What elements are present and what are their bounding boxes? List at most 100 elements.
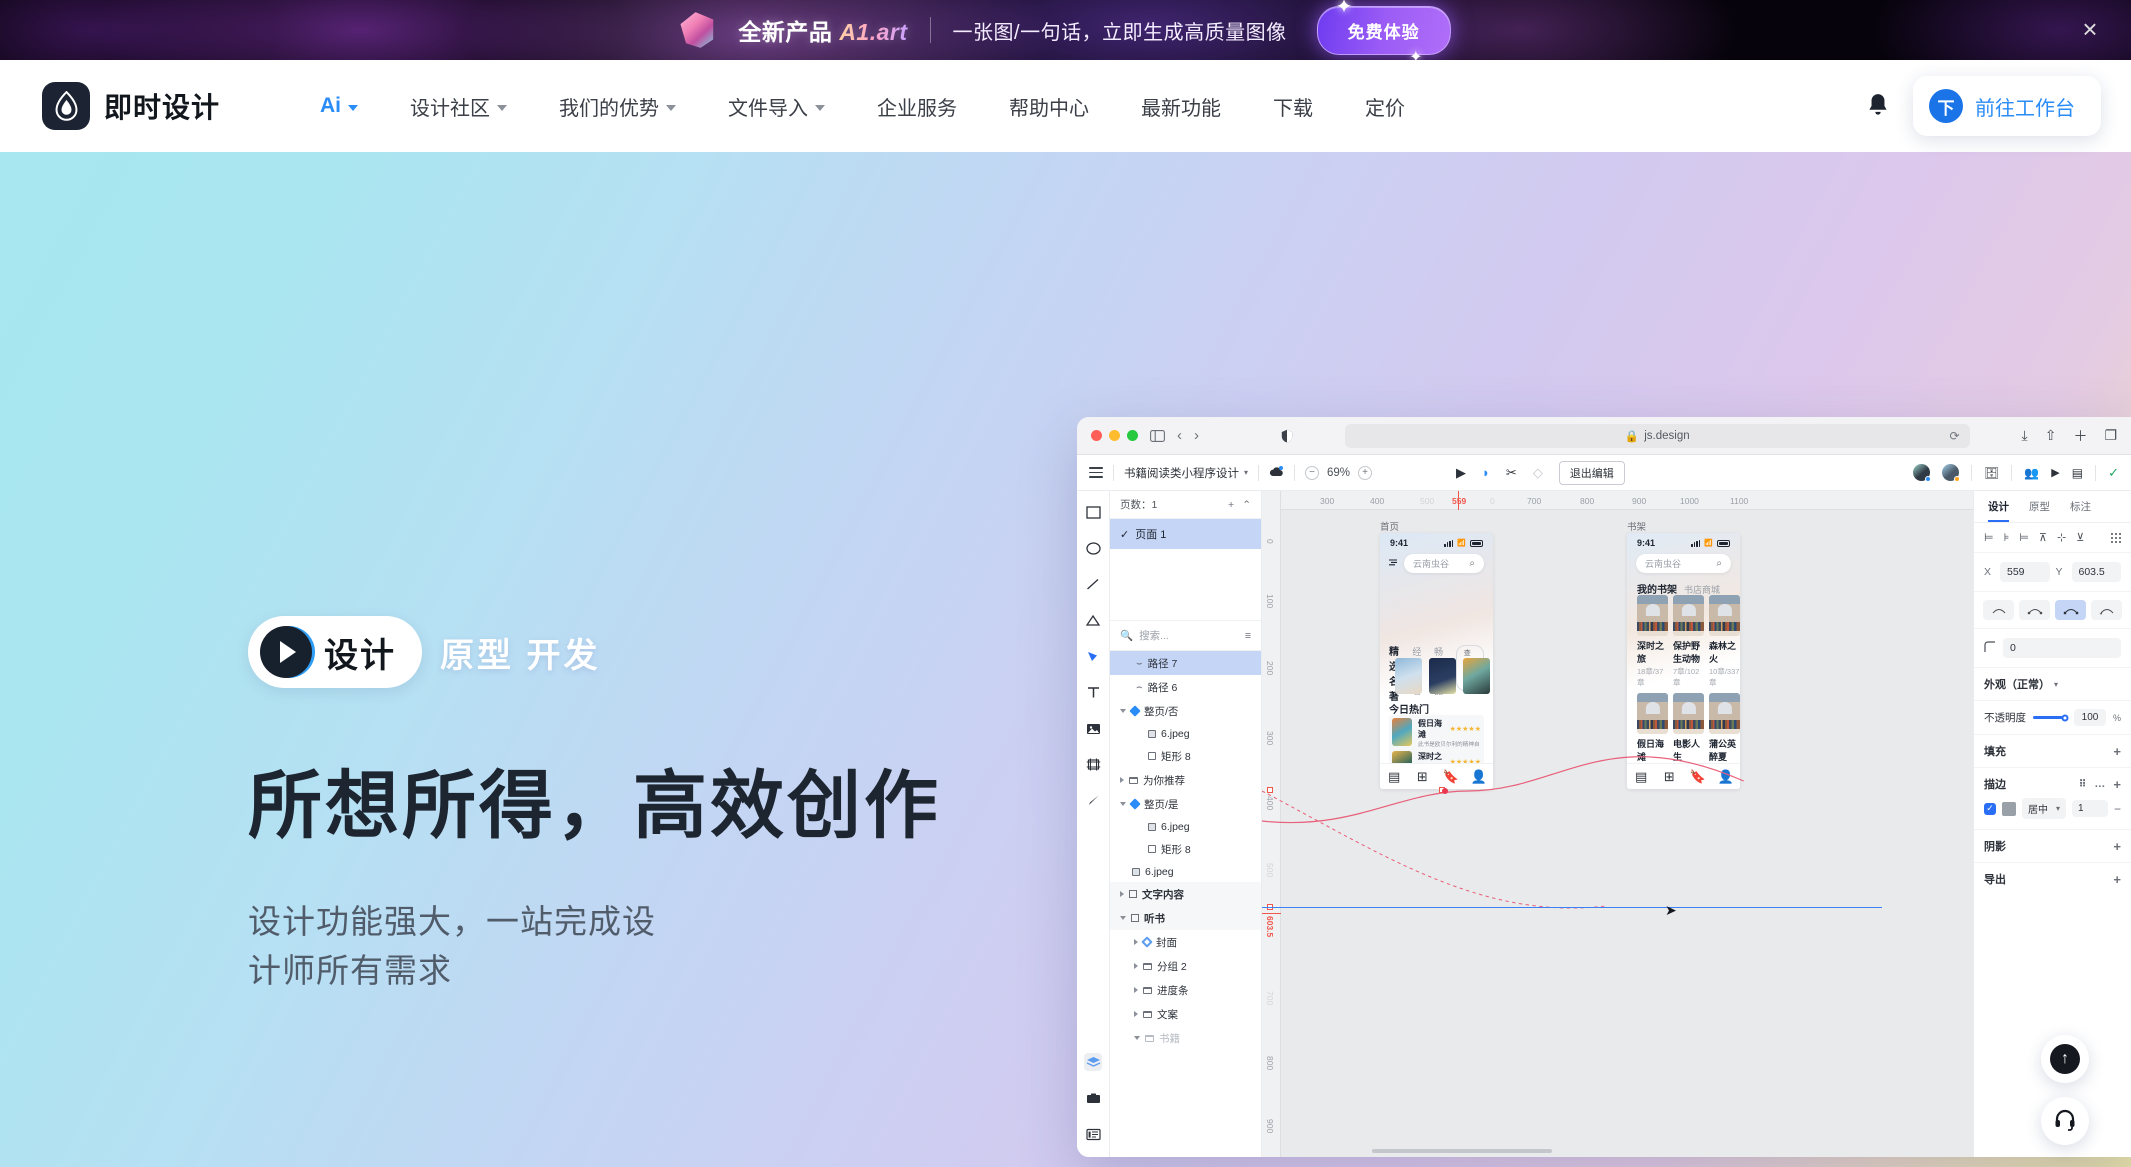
frame-icon[interactable] <box>1084 755 1102 773</box>
nav-item-download[interactable]: 下载 <box>1247 92 1339 121</box>
stroke-width-input[interactable]: 1 <box>2071 800 2108 817</box>
layers-icon[interactable] <box>1084 1053 1102 1071</box>
x-input[interactable]: 559 <box>2000 562 2050 582</box>
layer-row[interactable]: 6.jpeg <box>1110 861 1261 882</box>
go-to-workbench-button[interactable]: 下 前往工作台 <box>1913 76 2101 136</box>
nav-item-whatsnew[interactable]: 最新功能 <box>1115 92 1247 121</box>
tab-prototype[interactable]: 原型 <box>2029 499 2050 522</box>
add-stroke-button[interactable]: + <box>2113 777 2121 792</box>
new-tab-icon[interactable]: ＋ <box>2073 426 2087 446</box>
frame-home[interactable]: 9:41 📶 云南虫谷 ⌕ 精选名著 经 畅 查 今日热门 假日海滩 ★★★★★… <box>1380 533 1493 789</box>
align-top-icon[interactable]: ⊼ <box>2039 531 2047 544</box>
layout-icon[interactable]: ▤ <box>2072 466 2083 480</box>
search-input[interactable]: 云南虫谷 ⌕ <box>1404 554 1484 573</box>
eraser-icon[interactable]: ◇ <box>1533 465 1543 481</box>
cap-arrow-icon[interactable] <box>2091 600 2122 620</box>
layer-row[interactable]: 6.jpeg <box>1110 816 1261 837</box>
maximize-window-icon[interactable] <box>1127 430 1138 441</box>
align-bottom-icon[interactable]: ⊻ <box>2076 531 2084 544</box>
pen-icon[interactable]: ◗ <box>1482 465 1490 480</box>
close-window-icon[interactable] <box>1091 430 1102 441</box>
path-anchor-point[interactable] <box>1442 788 1448 794</box>
sidebar-toggle-icon[interactable] <box>1150 429 1165 442</box>
chevron-right-icon[interactable] <box>1120 777 1124 783</box>
layer-row[interactable]: 书籍 <box>1110 1026 1261 1050</box>
nav-item-community[interactable]: 设计社区 <box>384 92 533 121</box>
layer-search[interactable]: 🔍 搜索... ≡ <box>1110 621 1261 651</box>
shield-icon[interactable] <box>1281 429 1293 443</box>
chevron-right-icon[interactable] <box>1134 1011 1138 1017</box>
stroke-enabled-checkbox[interactable]: ✓ <box>1984 802 1996 815</box>
add-fill-button[interactable]: + <box>2113 744 2121 759</box>
align-center-h-icon[interactable]: ⊧ <box>2004 531 2010 544</box>
forward-icon[interactable]: › <box>1194 427 1199 444</box>
rectangle-icon[interactable] <box>1084 503 1102 521</box>
back-to-top-button[interactable]: ↑ <box>2041 1035 2089 1083</box>
components-icon[interactable] <box>1084 1125 1102 1143</box>
tabs-icon[interactable]: ❐ <box>2104 427 2117 444</box>
frame-bookshelf[interactable]: 9:41 📶 云南虫谷 ⌕ 我的书架 书店商城 深时之旅 18章/37章 保护野… <box>1627 533 1740 789</box>
chevron-down-icon[interactable] <box>1120 802 1126 806</box>
stroke-color-swatch[interactable] <box>2002 801 2016 816</box>
chevron-right-icon[interactable] <box>1134 963 1138 969</box>
refresh-icon[interactable]: ⟳ <box>1949 429 1959 443</box>
briefcase-icon[interactable]: 🗄 <box>1984 466 1999 480</box>
layer-row[interactable]: 整页/否 <box>1110 699 1261 723</box>
ellipse-icon[interactable] <box>1084 539 1102 557</box>
style-icon[interactable]: ⠿ <box>2079 779 2087 790</box>
appearance-header[interactable]: 外观（正常） ▾ <box>1984 676 2121 692</box>
y-input[interactable]: 603.5 <box>2071 562 2121 582</box>
tab-annotate[interactable]: 标注 <box>2070 499 2091 522</box>
chevron-down-icon[interactable] <box>1134 1036 1140 1040</box>
book-item[interactable]: 深时之旅 18章/37章 <box>1637 595 1668 688</box>
layer-row[interactable]: 为你推荐 <box>1110 768 1261 792</box>
design-canvas[interactable]: 300 400 500 559 0 700 800 900 1000 1100 … <box>1262 491 1973 1157</box>
layer-row[interactable]: 听书 <box>1110 906 1261 930</box>
remove-stroke-button[interactable]: − <box>2114 802 2121 816</box>
horizontal-scrollbar[interactable] <box>1372 1149 1552 1153</box>
brush-icon[interactable] <box>1084 791 1102 809</box>
opacity-value[interactable]: 100 <box>2073 709 2106 726</box>
book-cover[interactable] <box>1395 658 1422 694</box>
close-icon[interactable]: × <box>2077 16 2103 43</box>
logo[interactable]: 即时设计 <box>42 82 220 130</box>
scissors-icon[interactable]: ✂ <box>1506 465 1517 481</box>
layer-row[interactable]: 分组 2 <box>1110 954 1261 978</box>
page-item[interactable]: ✓ 页面 1 <box>1110 519 1261 549</box>
layer-row[interactable]: ⌢ 路径 6 <box>1110 675 1261 699</box>
stroke-align-select[interactable]: 居中 ▾ <box>2022 798 2066 819</box>
image-icon[interactable] <box>1084 719 1102 737</box>
more-icon[interactable]: … <box>2094 778 2105 790</box>
layer-row[interactable]: 6.jpeg <box>1110 723 1261 744</box>
support-button[interactable] <box>2041 1097 2089 1145</box>
avatar[interactable] <box>1942 464 1961 482</box>
layer-row[interactable]: ⌣ 路径 7 <box>1110 651 1261 675</box>
share-icon[interactable]: ⇧ <box>2045 427 2057 444</box>
tab-bookmark-icon[interactable]: 🔖 <box>1684 769 1712 785</box>
free-trial-button[interactable]: ✦ 免费体验 ✦ <box>1316 0 1451 60</box>
layer-row[interactable]: 封面 <box>1110 930 1261 954</box>
layer-row[interactable]: 矩形 8 <box>1110 837 1261 861</box>
tab-profile-icon[interactable]: 👤 <box>1465 769 1493 785</box>
download-icon[interactable]: ⤓ <box>2022 427 2028 444</box>
avatar[interactable] <box>1913 464 1932 482</box>
tab-grid-icon[interactable]: ⊞ <box>1655 769 1683 785</box>
nav-item-ai[interactable]: Ai <box>294 94 384 118</box>
zoom-out-button[interactable]: − <box>1305 465 1320 480</box>
add-shadow-button[interactable]: + <box>2113 839 2121 854</box>
book-item[interactable]: 保护野生动物 7章/102章 <box>1673 595 1704 688</box>
tab-grid-icon[interactable]: ⊞ <box>1408 769 1436 785</box>
text-icon[interactable] <box>1084 683 1102 701</box>
check-circle-icon[interactable]: ✓ <box>2108 465 2119 481</box>
file-name[interactable]: 书籍阅读类小程序设计 ▾ <box>1124 465 1248 481</box>
nav-item-advantages[interactable]: 我们的优势 <box>533 92 702 121</box>
chevron-up-icon[interactable]: ⌃ <box>1242 499 1251 511</box>
cap-square-icon[interactable] <box>2055 600 2086 620</box>
hamburger-icon[interactable] <box>1089 467 1103 478</box>
tab-book-icon[interactable]: ▤ <box>1627 769 1655 785</box>
tab-bookmark-icon[interactable]: 🔖 <box>1437 769 1465 785</box>
nav-item-enterprise[interactable]: 企业服务 <box>851 92 983 121</box>
url-bar[interactable]: 🔒 js.design ⟳ <box>1345 423 1970 448</box>
path-handle[interactable] <box>1267 787 1273 793</box>
cap-round-icon[interactable] <box>2019 600 2050 620</box>
